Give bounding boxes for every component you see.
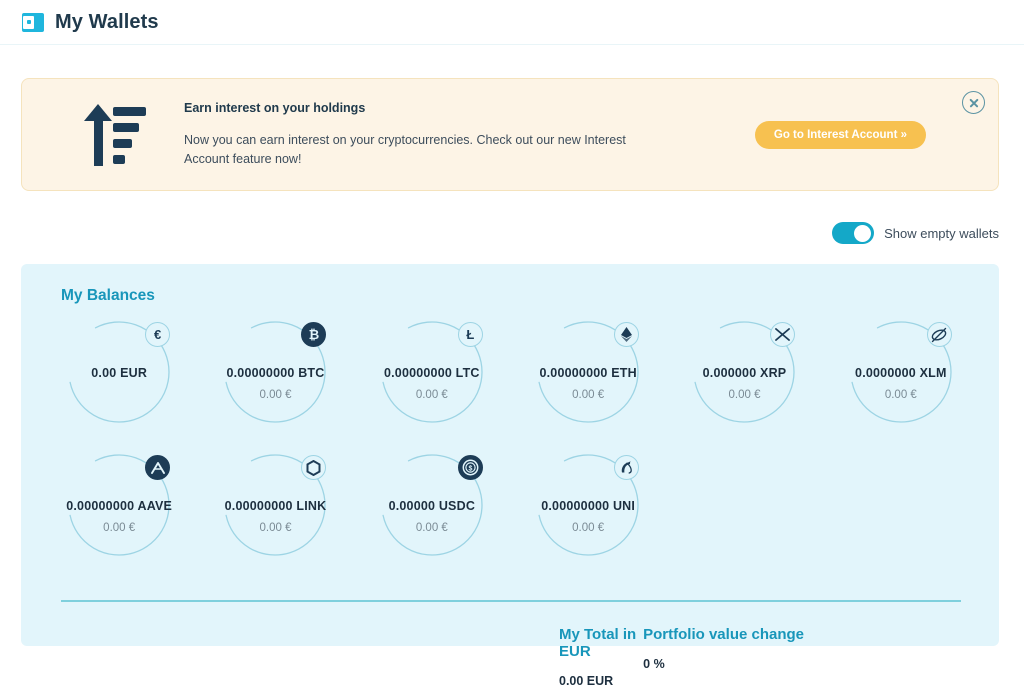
portfolio-change-block: Portfolio value change 0 % [643,626,979,688]
show-empty-wallets-row: Show empty wallets [0,191,1024,244]
wallet-card-usdc[interactable]: $0.00000 USDC 0.00 € [354,444,510,560]
total-eur-value: 0.00 EUR [559,673,614,688]
portfolio-change-value: 0 % [643,656,665,671]
wallet-fiat-value: 0.00 € [572,522,605,534]
wallet-fiat-value: 0.00 € [572,389,605,401]
close-icon[interactable] [962,91,985,114]
wallet-card-link[interactable]: 0.00000000 LINK 0.00 € [197,444,353,560]
wallet-icon [22,12,44,32]
wallet-card-eur[interactable]: €0.00 EUR [41,311,197,427]
wallet-amount: 0.00000 USDC [388,499,476,513]
wallet-fiat-value: 0.00 € [415,389,448,401]
litecoin-icon: Ł [457,322,483,347]
go-to-interest-account-button[interactable]: Go to Interest Account » [754,120,926,149]
wallet-amount: 0.00000000 UNI [541,499,636,513]
wallet-card-ltc[interactable]: Ł 0.00000000 LTC 0.00 € [354,311,510,427]
wallet-amount: 0.0000000 XLM [855,366,947,380]
wallet-card-uni[interactable]: 0.00000000 UNI 0.00 € [510,444,666,560]
banner-text-block: Earn interest on your holdings Now you c… [184,101,755,169]
svg-text:$: $ [468,466,472,473]
app-header: My Wallets [0,0,1024,45]
toggle-knob [854,224,872,242]
wallet-amount: 0.00000000 AAVE [66,499,173,513]
banner-title: Earn interest on your holdings [184,100,366,115]
wallet-fiat-value: 0.00 € [259,522,292,534]
wallet-fiat-value: 0.00 € [415,522,448,534]
aave-icon [145,455,171,480]
wallet-amount: 0.00000000 ETH [539,366,637,380]
show-empty-wallets-toggle[interactable] [832,222,875,244]
panel-divider [61,600,961,602]
balances-panel-container: My Balances €0.00 EUR ₿ 0.00000000 BTC 0.00… [0,244,1024,688]
my-balances-heading: My Balances [61,287,155,304]
page-title: My Wallets [55,10,159,33]
wallet-amount: 0.000000 XRP [702,366,787,380]
my-balances-panel: My Balances €0.00 EUR ₿ 0.00000000 BTC 0.00… [21,264,999,688]
portfolio-change-label: Portfolio value change [643,625,805,643]
totals-row: My Total in EUR 0.00 EUR Portfolio value… [41,626,979,688]
stellar-icon [926,322,952,347]
total-eur-label: My Total in EUR [559,625,637,660]
wallet-fiat-value: 0.00 € [259,389,292,401]
balances-row-2: 0.00000000 AAVE 0.00 €0.00000000 LINK 0.00… [41,444,979,560]
wallet-amount: 0.00 EUR [91,366,148,380]
banner-container: Earn interest on your holdings Now you c… [0,45,1024,191]
wallet-amount: 0.00000000 LINK [224,499,327,513]
wallet-fiat-value: 0.00 € [884,389,917,401]
wallet-fiat-value: 0.00 € [103,522,136,534]
wallet-card-aave[interactable]: 0.00000000 AAVE 0.00 € [41,444,197,560]
balances-row-1: €0.00 EUR ₿ 0.00000000 BTC 0.00 € Ł 0.0000000… [41,311,979,427]
growth-arrow-icon [80,103,146,166]
total-eur-block: My Total in EUR 0.00 EUR [559,626,643,688]
banner-body: Now you can earn interest on your crypto… [184,132,626,166]
wallet-amount: 0.00000000 LTC [383,366,480,380]
show-empty-wallets-label: Show empty wallets [884,225,999,241]
wallet-card-xlm[interactable]: 0.0000000 XLM 0.00 € [823,311,979,427]
usdc-icon: $ [457,455,483,480]
interest-promo-banner: Earn interest on your holdings Now you c… [21,78,999,191]
wallet-card-btc[interactable]: ₿ 0.00000000 BTC 0.00 € [197,311,353,427]
wallet-card-xrp[interactable]: 0.000000 XRP 0.00 € [666,311,822,427]
uniswap-icon [614,455,640,480]
wallet-card-eth[interactable]: 0.00000000 ETH 0.00 € [510,311,666,427]
wallet-fiat-value: 0.00 € [728,389,761,401]
ethereum-icon [614,322,640,347]
euro-icon: € [145,322,171,347]
wallet-amount: 0.00000000 BTC [226,366,325,380]
